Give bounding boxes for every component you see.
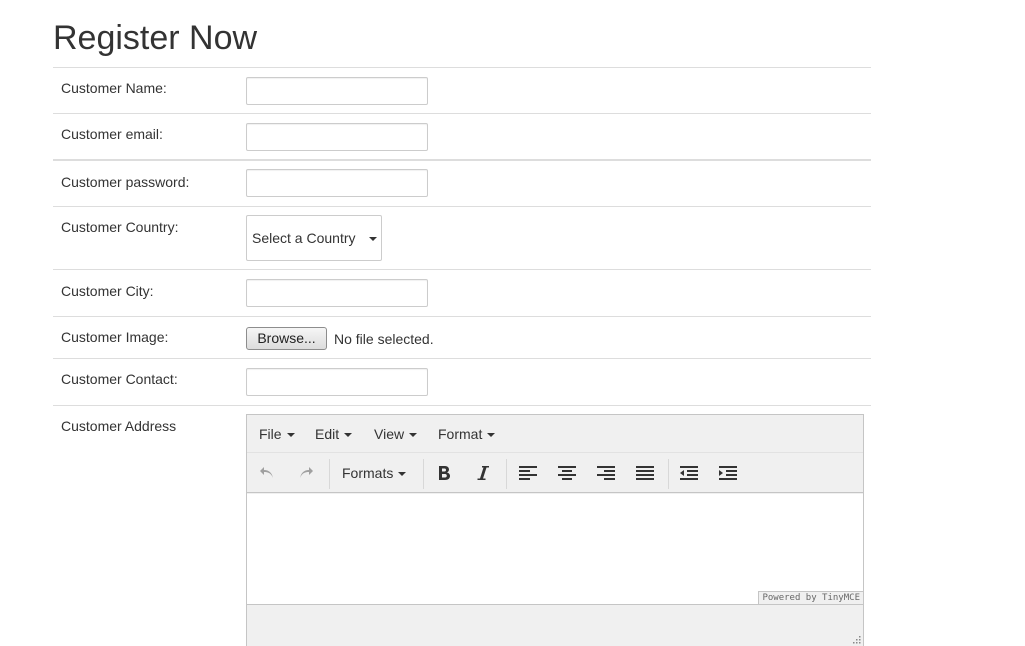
chevron-down-icon [369, 237, 377, 241]
menu-file-label: File [259, 426, 282, 442]
align-justify-icon[interactable] [631, 461, 659, 485]
page-title: Register Now [53, 19, 258, 57]
customer-image-label: Customer Image: [61, 329, 169, 345]
customer-address-label: Customer Address [61, 418, 177, 434]
menu-edit[interactable]: Edit [315, 426, 353, 442]
align-center-icon[interactable] [553, 461, 581, 485]
editor-statusbar [247, 604, 863, 646]
rich-text-editor: File Edit View Format Formats Powered by… [246, 414, 864, 646]
italic-icon[interactable] [469, 461, 497, 485]
row-customer-country: Customer Country: Select a Country [53, 207, 871, 270]
customer-name-label: Customer Name: [61, 80, 167, 96]
row-customer-image: Customer Image: Browse... No file select… [53, 317, 871, 359]
caret-down-icon [286, 433, 295, 438]
customer-country-label: Customer Country: [61, 219, 179, 235]
customer-contact-input[interactable] [246, 368, 428, 396]
row-customer-email: Customer email: [53, 114, 871, 161]
formats-dropdown[interactable]: Formats [342, 465, 407, 481]
registration-form: Customer Name: Customer email: Customer … [53, 67, 871, 646]
toolbar-separator [506, 459, 507, 489]
row-customer-contact: Customer Contact: [53, 359, 871, 406]
formats-label: Formats [342, 465, 394, 481]
redo-icon[interactable] [292, 461, 320, 485]
customer-password-label: Customer password: [61, 174, 190, 190]
toolbar-separator [423, 459, 424, 489]
file-status-text: No file selected. [334, 331, 434, 347]
menu-view-label: View [374, 426, 405, 442]
align-right-icon[interactable] [592, 461, 620, 485]
menu-format-label: Format [438, 426, 483, 442]
customer-name-input[interactable] [246, 77, 428, 105]
align-left-icon[interactable] [514, 461, 542, 485]
menu-view[interactable]: View [374, 426, 418, 442]
customer-email-input[interactable] [246, 123, 428, 151]
toolbar-separator [668, 459, 669, 489]
powered-by-tinymce[interactable]: Powered by TinyMCE [758, 591, 863, 604]
editor-toolbar: Formats [247, 453, 863, 493]
caret-down-icon [344, 433, 353, 438]
indent-icon[interactable] [714, 461, 742, 485]
row-customer-name: Customer Name: [53, 68, 871, 114]
browse-button[interactable]: Browse... [246, 327, 327, 350]
customer-city-input[interactable] [246, 279, 428, 307]
caret-down-icon [487, 433, 496, 438]
customer-email-label: Customer email: [61, 126, 163, 142]
resize-handle-icon[interactable] [853, 636, 861, 644]
caret-down-icon [409, 433, 418, 438]
bold-icon[interactable] [430, 461, 458, 485]
menu-file[interactable]: File [259, 426, 295, 442]
customer-password-input[interactable] [246, 169, 428, 197]
editor-content-area[interactable]: Powered by TinyMCE [247, 494, 863, 604]
row-customer-password: Customer password: [53, 161, 871, 207]
outdent-icon[interactable] [675, 461, 703, 485]
row-customer-address: Customer Address File Edit View Format F… [53, 406, 871, 646]
country-select[interactable]: Select a Country [246, 215, 382, 261]
editor-menubar: File Edit View Format [247, 415, 863, 453]
customer-contact-label: Customer Contact: [61, 371, 178, 387]
caret-down-icon [398, 472, 407, 477]
country-select-value: Select a Country [252, 230, 356, 246]
row-customer-city: Customer City: [53, 270, 871, 317]
menu-format[interactable]: Format [438, 426, 496, 442]
menu-edit-label: Edit [315, 426, 340, 442]
customer-city-label: Customer City: [61, 283, 154, 299]
toolbar-separator [329, 459, 330, 489]
undo-icon[interactable] [253, 461, 281, 485]
